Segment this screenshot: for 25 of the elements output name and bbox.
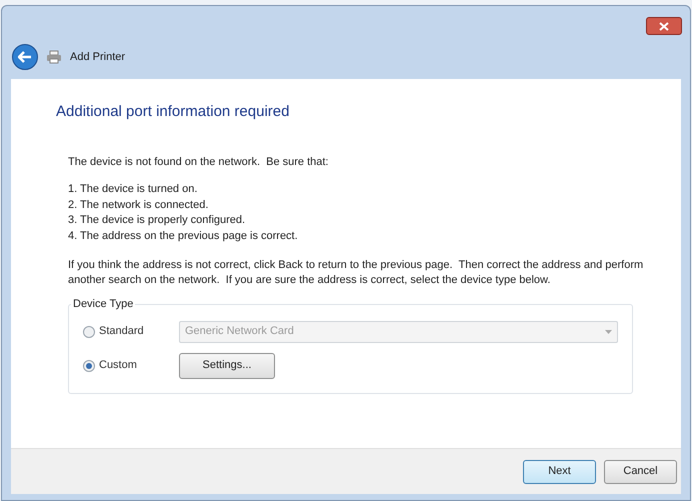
window-title: Add Printer <box>70 50 126 65</box>
list-item-text: The address on the previous page is correct. <box>80 228 298 244</box>
back-button[interactable] <box>12 44 38 70</box>
list-number: 3. <box>68 213 78 228</box>
group-legend: Device Type <box>71 296 136 312</box>
intro-text: The device is not found on the network. Be sure that: <box>68 154 330 170</box>
close-button[interactable] <box>646 17 682 35</box>
page-heading: Additional port information required <box>56 102 290 122</box>
radio-label: Standard <box>99 324 144 340</box>
list-number: 4. <box>68 228 78 244</box>
close-icon <box>659 22 669 30</box>
list-item-text: The device is properly configured. <box>80 213 246 228</box>
list-number: 2. <box>68 198 78 212</box>
settings-button[interactable]: Settings... <box>179 352 275 378</box>
dropdown-arrow-icon <box>605 330 612 334</box>
list-number: 1. <box>68 182 78 197</box>
cancel-button[interactable]: Cancel <box>604 460 677 484</box>
back-arrow-icon <box>18 51 32 63</box>
printer-icon <box>46 50 62 64</box>
radio-button[interactable] <box>83 360 95 372</box>
list-item-text: The network is connected. <box>80 198 208 212</box>
list-item-text: The device is turned on. <box>80 182 198 197</box>
radio-label: Custom <box>99 358 137 374</box>
instructions-text: If you think the address is not correct, click Back to return to the previous page. Then correct the address and perform another search on the network. If you are sure the address is correct, select the device type below. <box>68 258 644 288</box>
next-button[interactable]: Next <box>523 460 596 484</box>
